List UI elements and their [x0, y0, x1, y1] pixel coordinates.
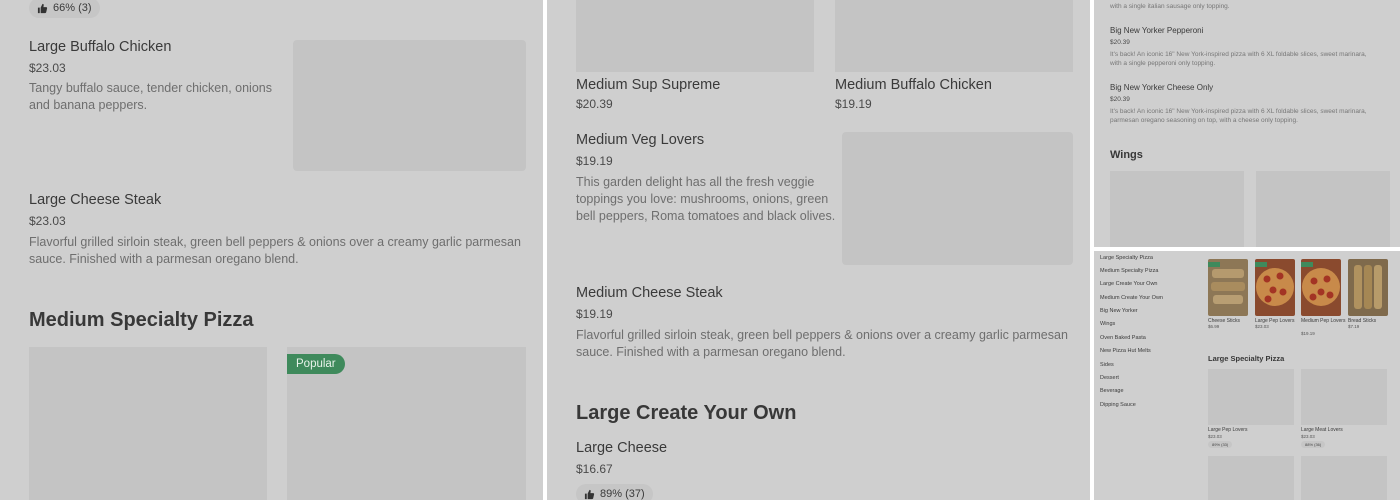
item-description: Tangy buffalo sauce, tender chicken, oni…	[29, 81, 272, 95]
item-description: This garden delight has all the fresh ve…	[576, 175, 815, 189]
sidebar-item[interactable]: Large Create Your Own	[1100, 281, 1157, 287]
item-price: $23.03	[29, 61, 66, 75]
sidebar-item[interactable]: Dessert	[1100, 375, 1119, 381]
item-name[interactable]: Medium Sup Supreme	[576, 77, 720, 93]
card-name: Medium Pep Lovers	[1301, 318, 1346, 324]
rating-pill: 66% (3)	[29, 0, 100, 18]
item-description: toppings you love: mushrooms, onions, gr…	[576, 192, 829, 206]
menu-panel-2: Medium Sup Supreme $20.39 Medium Buffalo…	[547, 0, 1090, 500]
sidebar-item[interactable]: Dipping Sauce	[1100, 402, 1136, 408]
card-name: Large Meat Lovers	[1301, 427, 1343, 433]
menu-panel-1: 66% (3) Large Buffalo Chicken $23.03 Tan…	[0, 0, 543, 500]
sidebar-item[interactable]: Wings	[1100, 321, 1115, 327]
thumbs-up-icon	[37, 3, 48, 13]
rating-pill: 89% (37)	[576, 484, 653, 500]
item-description: Flavorful grilled sirloin steak, green b…	[576, 328, 1068, 342]
item-image[interactable]	[29, 347, 267, 500]
sidebar-item[interactable]: Beverage	[1100, 388, 1124, 394]
item-price: $19.19	[576, 307, 613, 321]
item-name: Medium Cheese Steak	[576, 285, 723, 301]
pepperoni-pizza-icon	[1301, 259, 1341, 316]
item-name: Large Buffalo Chicken	[29, 39, 172, 55]
item-image[interactable]	[576, 0, 814, 72]
item-description: Flavorful grilled sirloin steak, green b…	[29, 235, 521, 249]
item-description: It's back! An iconic 16" New York-inspir…	[1110, 51, 1367, 58]
card-price: $6.99	[1208, 324, 1220, 329]
section-title: Wings	[1110, 149, 1143, 161]
item-price: $19.19	[835, 97, 872, 111]
card-price: $7.19	[1348, 324, 1360, 329]
sidebar-item[interactable]: Big New Yorker	[1100, 308, 1138, 314]
rating-pill: 89% (33)	[1208, 441, 1233, 448]
item-description: with a single pepperoni only topping.	[1110, 60, 1216, 67]
sidebar-item[interactable]: Medium Create Your Own	[1100, 295, 1163, 301]
sidebar-item[interactable]: New Pizza Hut Melts	[1100, 348, 1151, 354]
item-name: Large Cheese	[576, 440, 668, 456]
item-price: $20.39	[1110, 96, 1130, 103]
item-description: sauce. Finished with a parmesan oregano …	[576, 345, 846, 359]
card-price: $23.03	[1301, 434, 1315, 439]
rating-text: 89% (37)	[600, 488, 645, 500]
menu-panel-4: Large Specialty Pizza Medium Specialty P…	[1094, 251, 1400, 500]
item-description: and banana peppers.	[29, 98, 148, 112]
breadsticks-icon	[1208, 259, 1248, 316]
sidebar-item[interactable]: Large Specialty Pizza	[1100, 255, 1153, 261]
thumbs-up-icon	[584, 489, 595, 499]
item-description: with a single italian sausage only toppi…	[1110, 3, 1230, 10]
item-image[interactable]	[1301, 456, 1387, 500]
item-price: $16.67	[576, 462, 613, 476]
card-price: $19.19	[1301, 331, 1315, 336]
item-name: Big New Yorker Cheese Only	[1110, 83, 1214, 92]
rating-pill: 88% (36)	[1301, 441, 1326, 448]
item-image[interactable]	[1301, 369, 1387, 425]
item-image[interactable]	[1208, 456, 1294, 500]
item-image[interactable]	[842, 132, 1073, 265]
menu-panel-3: with a single italian sausage only toppi…	[1094, 0, 1400, 247]
item-description: It's back! An iconic 16" New York-inspir…	[1110, 108, 1367, 115]
item-price: $20.39	[1110, 39, 1130, 46]
item-image[interactable]	[835, 0, 1073, 72]
breadsticks-icon	[1348, 259, 1388, 316]
card-price: $23.03	[1208, 434, 1222, 439]
sidebar-item[interactable]: Sides	[1100, 362, 1114, 368]
item-image[interactable]	[293, 40, 526, 171]
item-image[interactable]	[1256, 171, 1390, 247]
item-name: Medium Veg Lovers	[576, 132, 705, 148]
item-description: parmesan oregano seasoning on top, with …	[1110, 117, 1298, 124]
pepperoni-pizza-icon	[1255, 259, 1295, 316]
item-name: Big New Yorker Pepperoni	[1110, 26, 1204, 35]
rating-text: 66% (3)	[53, 2, 92, 14]
item-image[interactable]	[1110, 171, 1244, 247]
item-price: $23.03	[29, 214, 66, 228]
popular-badge: Popular	[287, 354, 345, 374]
card-price: $23.03	[1255, 324, 1269, 329]
card-name: Large Pep Lovers	[1208, 427, 1248, 433]
section-title: Large Create Your Own	[576, 402, 797, 424]
item-price: $20.39	[576, 97, 613, 111]
item-name: Large Cheese Steak	[29, 192, 162, 208]
item-name[interactable]: Medium Buffalo Chicken	[835, 77, 992, 93]
sidebar-item[interactable]: Oven Baked Pasta	[1100, 335, 1146, 341]
item-image[interactable]	[1208, 369, 1294, 425]
section-title: Large Specialty Pizza	[1208, 354, 1285, 363]
item-description: sauce. Finished with a parmesan oregano …	[29, 252, 299, 266]
sidebar-item[interactable]: Medium Specialty Pizza	[1100, 268, 1158, 274]
section-title: Medium Specialty Pizza	[29, 309, 254, 331]
item-description: bell peppers, Roma tomatoes and black ol…	[576, 209, 836, 223]
item-price: $19.19	[576, 154, 613, 168]
